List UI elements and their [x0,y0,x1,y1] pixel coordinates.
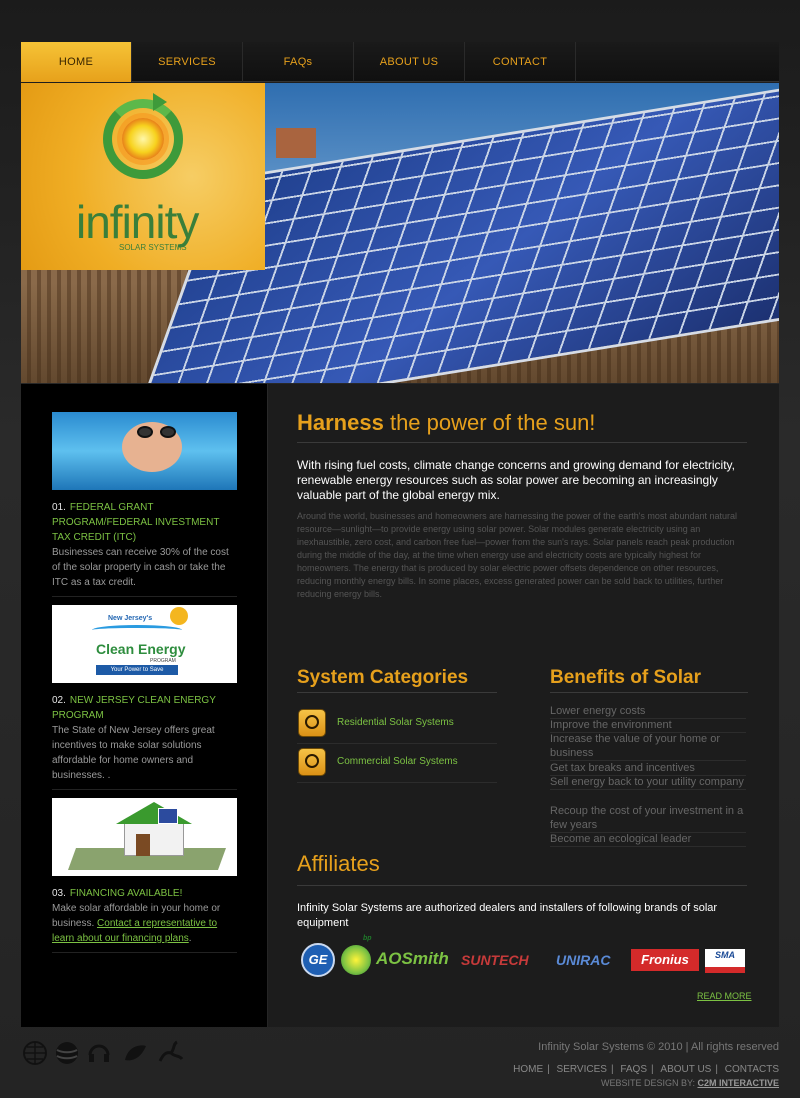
solar-panel-icon [158,808,178,824]
aosmith-logo[interactable]: AOSmith [376,949,449,969]
promo-text: Make solar affordable in your home or bu… [52,901,237,946]
footer-link-services[interactable]: SERVICES [557,1064,607,1075]
benefit-item: Improve the environment [550,718,746,733]
hero-building [276,128,316,158]
ge-logo[interactable]: GE [301,943,335,977]
divider [52,789,237,790]
nj-logo-tag: Your Power to Save [96,665,178,675]
read-more-link[interactable]: READ MORE [697,991,752,1001]
brand-logos: GE bp AOSmith SUNTECH UNIRAC Fronius SMA [301,935,751,981]
category-label[interactable]: Residential Solar Systems [337,717,454,728]
fronius-logo[interactable]: Fronius [631,949,699,971]
main-content: Harness the power of the sun! With risin… [268,384,779,1027]
promo-heading[interactable]: FEDERAL GRANT PROGRAM/FEDERAL INVESTMENT… [52,502,219,543]
benefit-item: Recoup the cost of your investment in a … [550,804,746,833]
sun-icon [122,118,164,160]
promo-text: Businesses can receive 30% of the cost o… [52,547,229,588]
site-logo[interactable]: infinity SOLAR SYSTEMS [21,83,265,270]
promo-heading[interactable]: FINANCING AVAILABLE! [70,888,182,899]
benefit-item: Sell energy back to your utility company [550,775,746,790]
nj-logo-line1: New Jersey's [108,615,153,622]
main-nav: HOME SERVICES FAQs ABOUT US CONTACT [21,42,779,82]
headset-icon [88,1044,110,1062]
page-title-rest: the power of the sun! [383,410,596,435]
promo-financing: 03. FINANCING AVAILABLE! Make solar affor… [52,798,237,953]
nj-clean-energy-logo[interactable]: New Jersey's Clean Energy PROGRAM Your P… [52,605,237,683]
sphere-icon [56,1042,78,1064]
logo-wordmark: infinity [76,196,199,248]
swimming-child-image[interactable] [52,412,237,490]
credit-prefix: WEBSITE DESIGN BY: [600,1078,698,1088]
benefits-title: Benefits of Solar [550,667,701,688]
nj-logo-line2: Clean Energy [96,641,186,657]
leaf-icon [125,1045,146,1061]
swirl-icon [158,1040,184,1062]
system-categories-title: System Categories [297,667,469,688]
promo-title: 01. FEDERAL GRANT PROGRAM/FEDERAL INVESTM… [52,500,237,545]
footer-link-home[interactable]: HOME [513,1064,543,1075]
footer-link-about-us[interactable]: ABOUT US [660,1064,711,1075]
unirac-logo[interactable]: UNIRAC [556,952,610,968]
promo-text-end: . [188,933,192,944]
footer-link-contacts[interactable]: CONTACTS [725,1064,779,1075]
affiliates-title: Affiliates [297,851,380,876]
promo-title: 02. NEW JERSEY CLEAN ENERGY PROGRAM [52,693,237,723]
promo-federal: 01. FEDERAL GRANT PROGRAM/FEDERAL INVESTM… [52,412,237,597]
page-title: Harness the power of the sun! [297,410,595,436]
category-commercial[interactable]: Commercial Solar Systems [297,747,497,783]
benefit-item: Lower energy costs [550,704,746,719]
logo-arrow-icon [153,93,167,111]
promo-number: 01. [52,502,66,513]
category-label[interactable]: Commercial Solar Systems [337,756,458,767]
design-credit: WEBSITE DESIGN BY: C2M INTERACTIVE [601,1078,779,1088]
nav-faqs[interactable]: FAQs [243,42,354,82]
copyright: Infinity Solar Systems © 2010 | All righ… [538,1041,779,1053]
sma-logo[interactable]: SMA [705,949,745,973]
divider [297,692,497,693]
divider [297,442,747,443]
hero-banner: infinity SOLAR SYSTEMS [21,83,779,383]
body-text: Around the world, businesses and homeown… [297,511,737,599]
benefit-item: Get tax breaks and incentives [550,761,746,776]
logo-subtitle: SOLAR SYSTEMS [119,243,187,252]
suntech-logo[interactable]: SUNTECH [461,952,529,968]
category-residential[interactable]: Residential Solar Systems [297,708,497,744]
nav-contact[interactable]: CONTACT [465,42,576,82]
building-icon [298,748,326,776]
nav-services[interactable]: SERVICES [132,42,243,82]
promo-title: 03. FINANCING AVAILABLE! [52,886,237,901]
sun-icon [170,607,188,625]
promo-number: 03. [52,888,66,899]
nav-about-us[interactable]: ABOUT US [354,42,465,82]
globe-icon [23,1041,47,1065]
benefit-item: Become an ecological leader [550,832,746,847]
divider [550,692,748,693]
intro-text: With rising fuel costs, climate change c… [297,458,735,502]
promo-nj: New Jersey's Clean Energy PROGRAM Your P… [52,605,237,790]
promo-text: The State of New Jersey offers great inc… [52,725,215,781]
promo-heading[interactable]: NEW JERSEY CLEAN ENERGY PROGRAM [52,695,216,721]
footer-nav: HOME | SERVICES | FAQS | ABOUT US | CONTACTS [513,1064,779,1075]
plug-icon [298,709,326,737]
divider [52,952,237,953]
promo-number: 02. [52,695,66,706]
affiliates-text: Infinity Solar Systems are authorized de… [297,902,718,929]
page-title-bold: Harness [297,410,384,435]
nav-home[interactable]: HOME [21,42,132,82]
house-money-image[interactable] [52,798,237,876]
bp-label: bp [363,935,372,942]
divider [297,885,747,886]
bp-logo[interactable]: bp [341,935,372,975]
wave-icon [92,625,182,635]
benefit-item: Increase the value of your home or busin… [550,732,746,761]
footer-link-faqs[interactable]: FAQS [620,1064,647,1075]
divider [52,596,237,597]
designer-link[interactable]: C2M INTERACTIVE [697,1078,779,1088]
nj-logo-line3: PROGRAM [150,658,176,664]
sidebar: 01. FEDERAL GRANT PROGRAM/FEDERAL INVESTM… [21,384,267,1027]
